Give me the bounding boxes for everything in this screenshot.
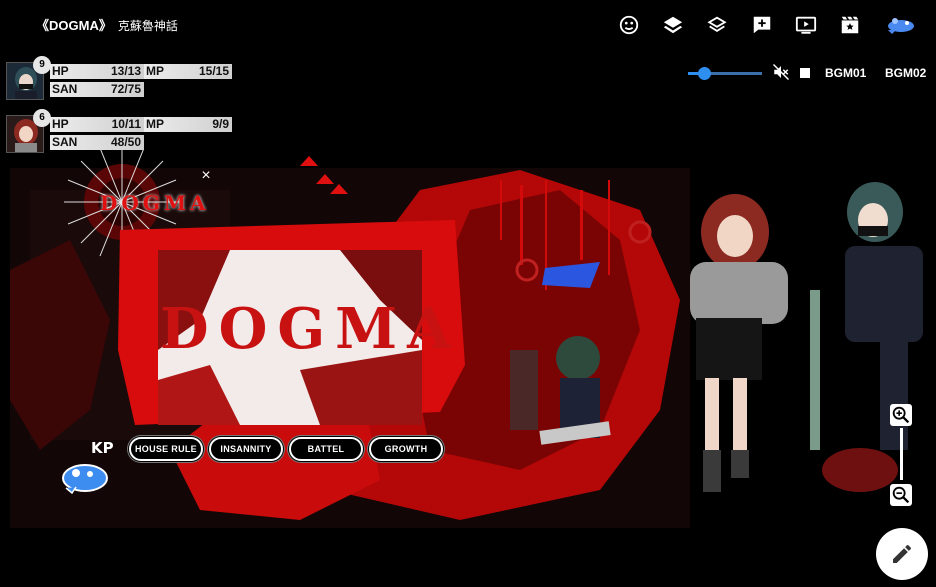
kp-label: KP: [91, 439, 114, 457]
san-value: 48/50: [110, 135, 141, 149]
hp-label: HP: [52, 64, 69, 78]
bgm-02-button[interactable]: BGM02: [885, 66, 926, 80]
mp-label: MP: [146, 117, 164, 131]
character-art-masked: [810, 182, 923, 492]
character-status-1[interactable]: 9 HP 13/13 MP 15/15 SAN 72/75: [6, 56, 236, 102]
hp-stat: HP 13/13: [50, 64, 144, 79]
san-label: SAN: [52, 82, 78, 96]
clapperboard-icon[interactable]: [839, 14, 861, 36]
mp-value: 15/15: [198, 64, 229, 78]
card-title: DOGMA: [160, 296, 461, 362]
top-bar: 《DOGMA》 克蘇魯神話: [0, 0, 936, 50]
mp-label: MP: [146, 64, 164, 78]
san-stat: SAN 48/50: [50, 135, 144, 150]
face-icon[interactable]: [618, 14, 640, 36]
stop-icon[interactable]: [800, 68, 810, 78]
character-art-girl: [690, 194, 788, 492]
growth-button[interactable]: GROWTH: [369, 437, 443, 461]
close-icon[interactable]: ×: [198, 168, 214, 184]
hp-value: 13/13: [110, 64, 141, 78]
volume-slider-knob[interactable]: [697, 67, 711, 80]
character-status-2[interactable]: 6 HP 10/11 MP 9/9 SAN 48/50: [6, 109, 236, 155]
zoom-out-icon: [892, 486, 910, 504]
zoom-out-button[interactable]: [890, 484, 912, 506]
add-note-icon[interactable]: [751, 14, 773, 36]
layers-outline-icon[interactable]: [706, 14, 728, 36]
house-rule-button[interactable]: HOUSE RULE: [129, 437, 203, 461]
zoom-in-button[interactable]: [890, 404, 912, 426]
insannity-button[interactable]: INSANNITY: [209, 437, 283, 461]
mp-value: 9/9: [212, 117, 229, 131]
san-value: 72/75: [110, 82, 141, 96]
mp-stat: MP 15/15: [144, 64, 232, 79]
pencil-icon: [893, 544, 912, 563]
screen-icon[interactable]: [795, 14, 817, 36]
bgm-01-button[interactable]: BGM01: [825, 66, 866, 80]
initiative-badge: 6: [33, 109, 51, 127]
hp-value: 10/11: [111, 117, 141, 131]
hp-stat: HP 10/11: [50, 117, 144, 132]
zoom-in-icon: [892, 406, 910, 424]
hp-label: HP: [52, 117, 69, 131]
dogma-logo: DOGMA: [100, 191, 210, 215]
layers-icon[interactable]: [662, 14, 684, 36]
volume-slider[interactable]: [688, 67, 762, 80]
character-art-small: [510, 336, 611, 445]
volume-mute-icon[interactable]: [772, 63, 790, 81]
mp-stat: MP 9/9: [144, 117, 232, 132]
san-label: SAN: [52, 135, 78, 149]
room-title-main: 《DOGMA》: [36, 18, 112, 33]
battel-button[interactable]: BATTEL: [289, 437, 363, 461]
initiative-badge: 9: [33, 56, 51, 74]
room-title: 《DOGMA》 克蘇魯神話: [36, 15, 178, 34]
mascot-icon[interactable]: [886, 14, 916, 36]
room-subtitle: 克蘇魯神話: [117, 19, 178, 33]
kp-mascot-icon[interactable]: [60, 458, 110, 495]
edit-button[interactable]: [876, 528, 928, 580]
zoom-slider[interactable]: [900, 428, 903, 480]
san-stat: SAN 72/75: [50, 82, 144, 97]
